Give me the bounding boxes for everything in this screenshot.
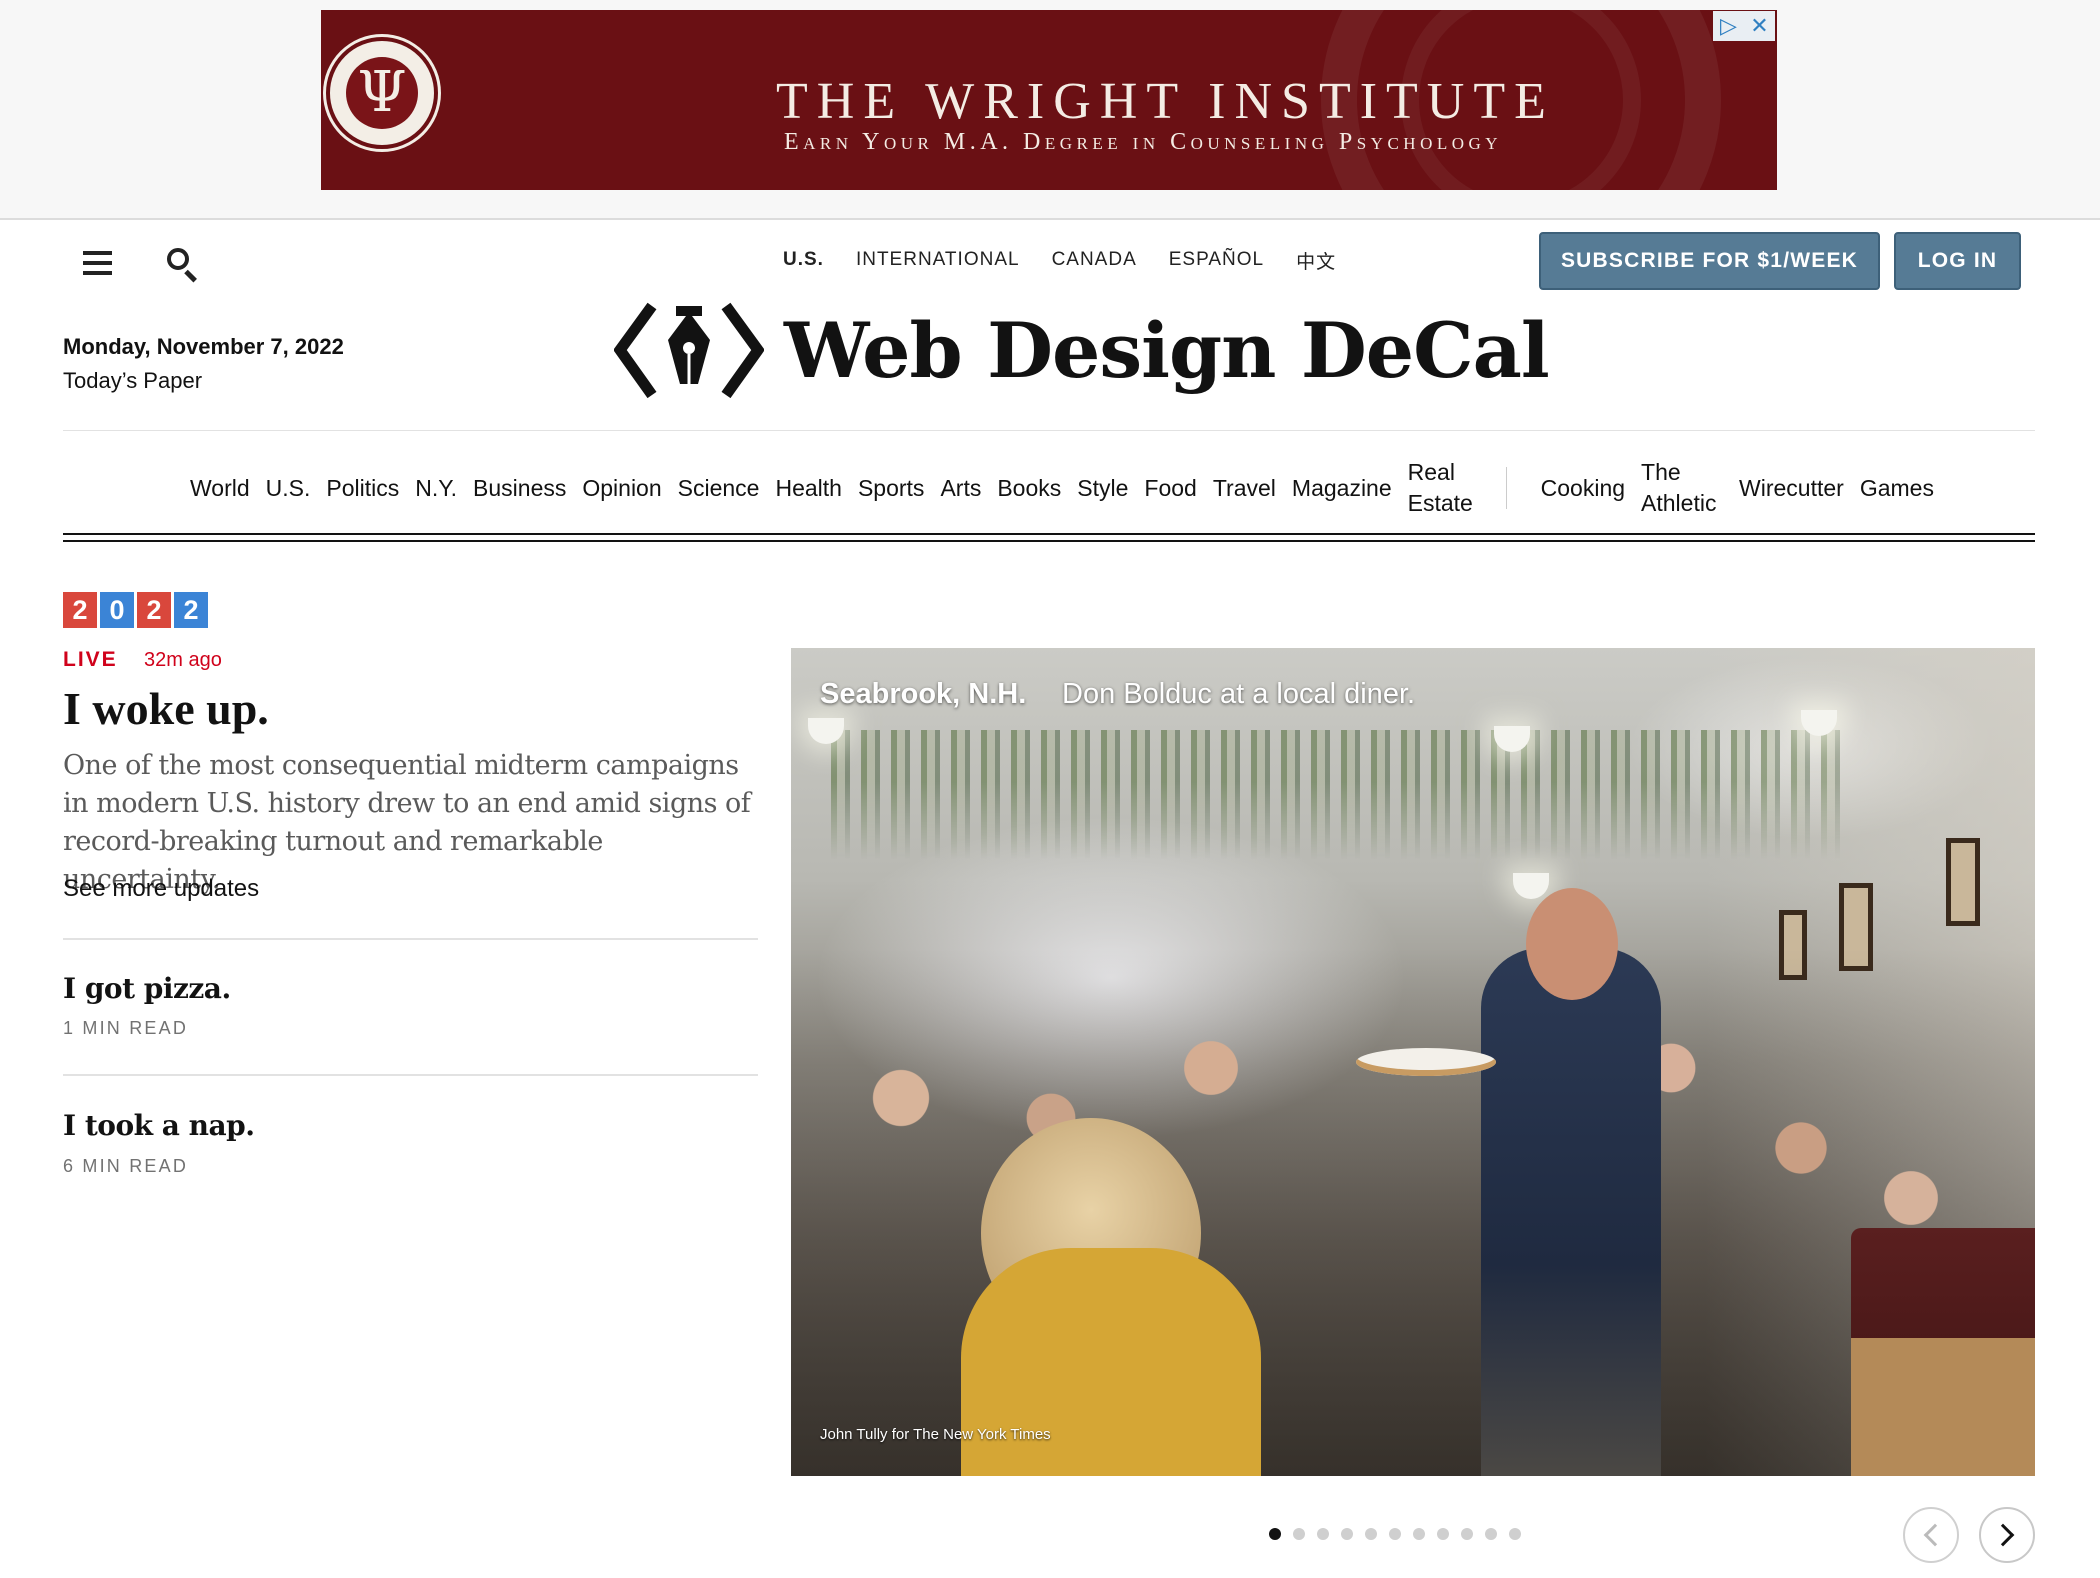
nav-us[interactable]: U.S. [266,473,311,504]
carousel-dot[interactable] [1413,1528,1425,1540]
story-read-time: 6 MIN READ [63,1156,189,1176]
nav-science[interactable]: Science [678,473,760,504]
photo-candidate [1481,948,1661,1476]
carousel-dot[interactable] [1509,1528,1521,1540]
subscribe-button[interactable]: SUBSCRIBE FOR $1/WEEK [1539,232,1880,290]
ad-title: THE WRIGHT INSTITUTE [776,73,1555,130]
photo-lamp [1513,873,1549,899]
ad-choices[interactable]: ▷ ✕ [1713,11,1775,41]
nav-magazine[interactable]: Magazine [1292,473,1392,504]
login-button[interactable]: LOG IN [1894,232,2021,290]
close-icon[interactable]: ✕ [1744,11,1775,41]
carousel-dot[interactable] [1317,1528,1329,1540]
nav-separator [1505,467,1507,509]
nav-games[interactable]: Games [1860,473,1934,504]
date-line: Monday, November 7, 2022 [63,334,344,359]
nav-style[interactable]: Style [1077,473,1128,504]
edition-switcher: U.S. INTERNATIONAL CANADA ESPAÑOL 中文 [783,245,1336,275]
lead-headline[interactable]: I woke up. [63,682,269,735]
election-2022-badge[interactable]: 2 0 2 2 [63,592,208,628]
nav-politics[interactable]: Politics [326,473,399,504]
nav-ny[interactable]: N.Y. [415,473,457,504]
todays-paper-link[interactable]: Today’s Paper [63,368,202,394]
story-title[interactable]: I got pizza. [63,972,231,1005]
carousel-dot[interactable] [1293,1528,1305,1540]
story-divider [63,938,758,940]
nav-world[interactable]: World [190,473,250,504]
edition-chinese[interactable]: 中文 [1296,247,1336,274]
nav-arts[interactable]: Arts [940,473,981,504]
pen-nib-code-brackets-icon [614,302,764,399]
nav-books[interactable]: Books [997,473,1061,504]
photo-credit: John Tully for The New York Times [820,1426,1051,1443]
nav-business[interactable]: Business [473,473,566,504]
photo-wall-frame [1946,838,1980,926]
nav-travel[interactable]: Travel [1213,473,1276,504]
hamburger-menu-icon[interactable] [83,251,113,275]
carousel-dot[interactable] [1341,1528,1353,1540]
nav-food[interactable]: Food [1144,473,1196,504]
photo-caption: Don Bolduc at a local diner. [1062,678,1416,710]
story-title[interactable]: I took a nap. [63,1109,255,1142]
see-more-updates-link[interactable]: See more updates [63,875,259,903]
photo-hanging-vines [831,730,1851,860]
story-divider [63,1074,758,1076]
live-timestamp: 32m ago [144,649,222,671]
carousel-prev-button[interactable] [1903,1507,1959,1563]
nav-sports[interactable]: Sports [858,473,924,504]
edition-us[interactable]: U.S. [783,249,824,271]
adchoices-icon[interactable]: ▷ [1713,11,1744,41]
masthead-logo[interactable]: Web Design DeCal [614,298,1550,403]
nav-health[interactable]: Health [775,473,841,504]
ad-banner[interactable]: Ψ THE WRIGHT INSTITUTE Earn Your M.A. De… [321,10,1777,190]
carousel-dot[interactable] [1269,1528,1281,1540]
live-label: LIVE [63,648,118,671]
photo-table [1851,1338,2035,1476]
carousel-dot[interactable] [1461,1528,1473,1540]
carousel-dot[interactable] [1485,1528,1497,1540]
ad-seal-logo: Ψ [326,37,438,149]
chevron-left-icon [1923,1523,1947,1547]
carousel-dot[interactable] [1365,1528,1377,1540]
nav-cooking[interactable]: Cooking [1541,473,1625,504]
badge-digit: 0 [100,592,134,628]
photo-plate [1356,1048,1496,1076]
header-divider [63,430,2035,431]
badge-digit: 2 [174,592,208,628]
ad-strip: Ψ THE WRIGHT INSTITUTE Earn Your M.A. De… [0,0,2100,220]
masthead-title: Web Design DeCal [784,306,1550,395]
nav-the-athletic[interactable]: The Athletic [1641,457,1723,519]
nav-wirecutter[interactable]: Wirecutter [1739,473,1844,504]
photo-candidate-head [1526,888,1618,1000]
nav-real-estate[interactable]: Real Estate [1408,457,1476,519]
carousel-dot[interactable] [1437,1528,1449,1540]
section-nav: World U.S. Politics N.Y. Business Opinio… [190,448,1950,528]
hero-photo[interactable]: Seabrook, N.H. Don Bolduc at a local din… [791,648,2035,1476]
badge-digit: 2 [137,592,171,628]
carousel-next-button[interactable] [1979,1507,2035,1563]
nav-opinion[interactable]: Opinion [582,473,661,504]
edition-espanol[interactable]: ESPAÑOL [1169,249,1264,271]
search-icon[interactable] [165,246,199,283]
ad-subtitle: Earn Your M.A. Degree in Counseling Psyc… [784,129,1503,155]
psi-icon: Ψ [346,57,418,129]
section-nav-double-rule [63,533,2035,542]
story-read-time: 1 MIN READ [63,1018,189,1038]
edition-canada[interactable]: CANADA [1052,249,1137,271]
badge-digit: 2 [63,592,97,628]
edition-international[interactable]: INTERNATIONAL [856,249,1020,271]
chevron-right-icon [1991,1523,2015,1547]
photo-caption-place: Seabrook, N.H. [820,678,1027,710]
carousel-dot[interactable] [1389,1528,1401,1540]
carousel-dots [1269,1528,1521,1540]
